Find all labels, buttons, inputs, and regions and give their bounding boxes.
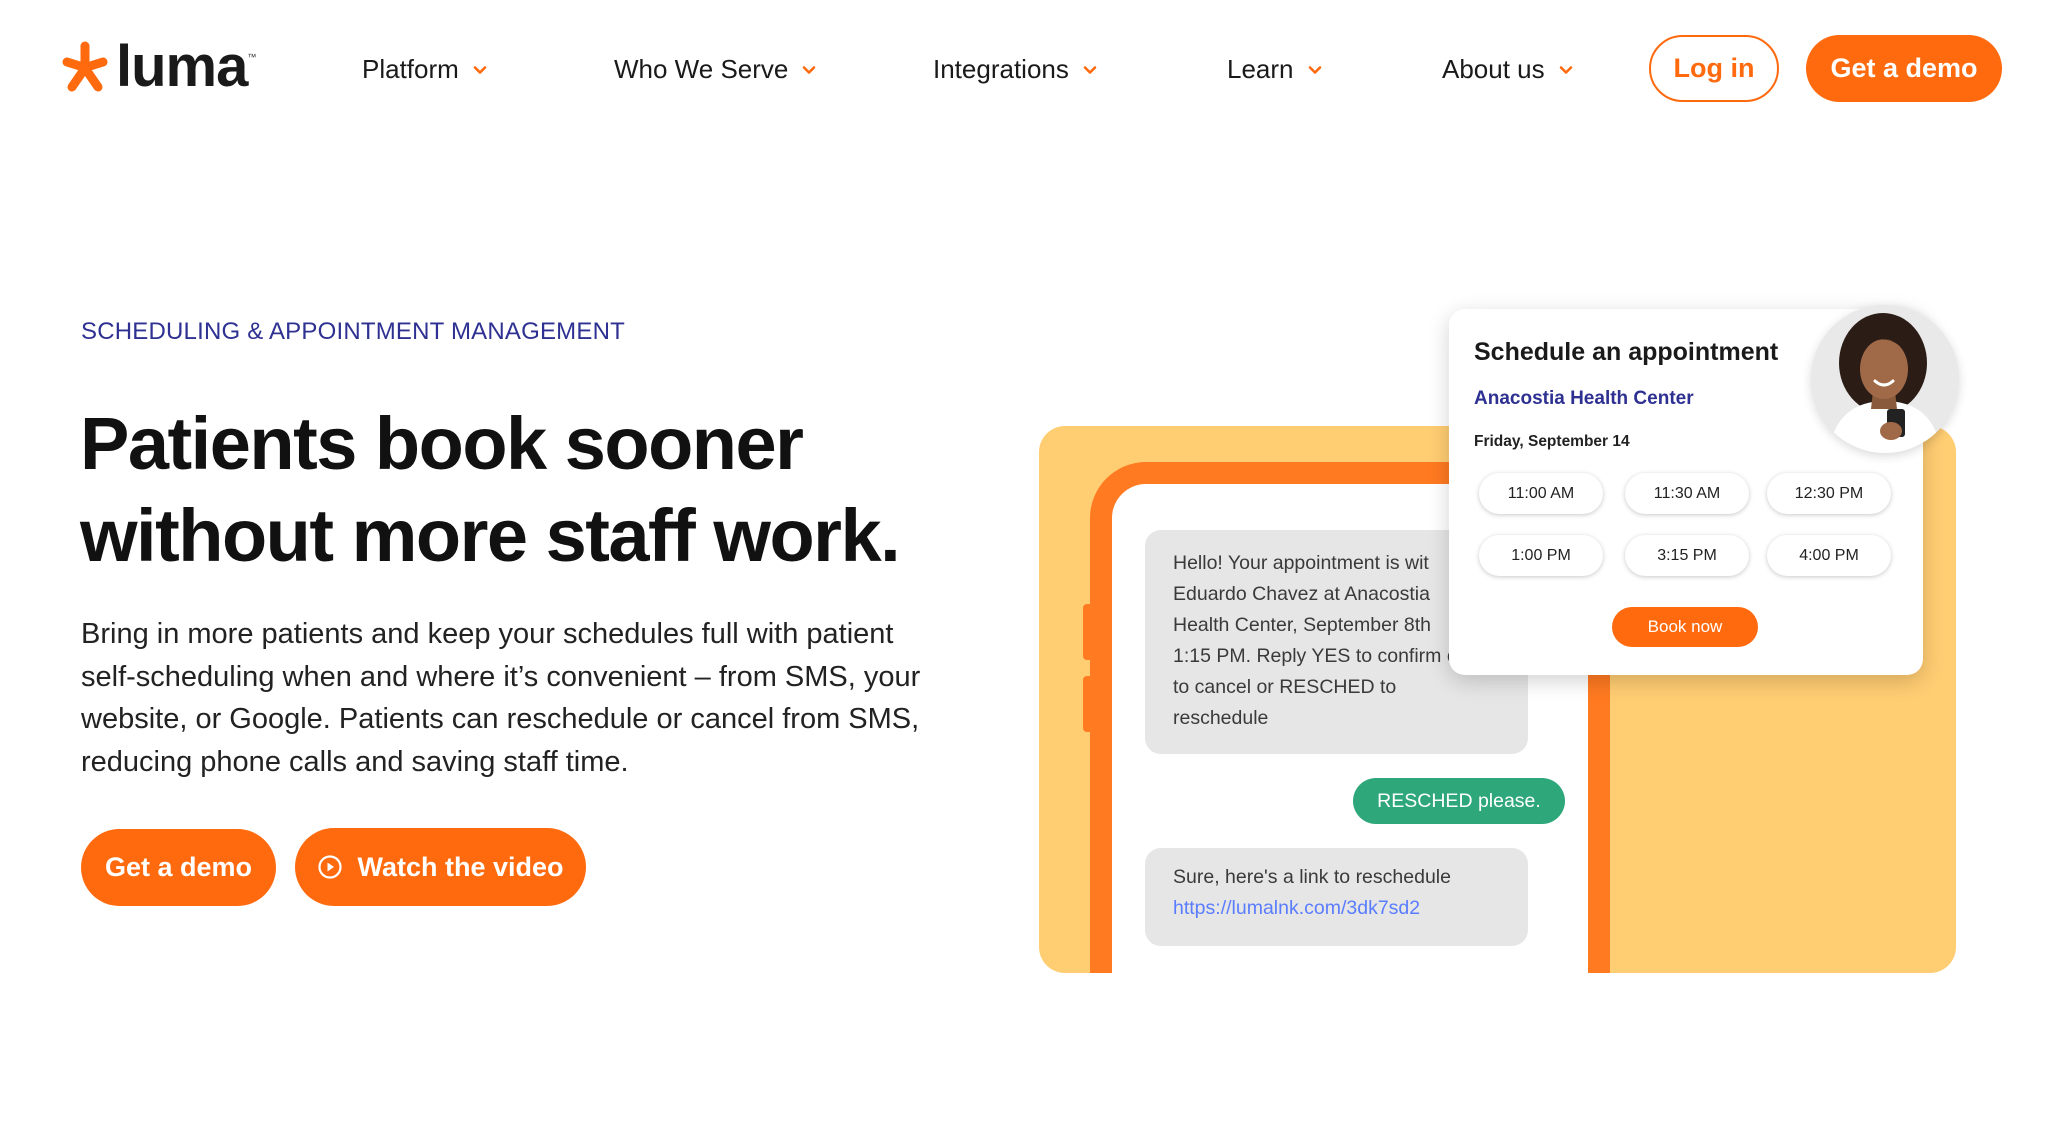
appointment-date: Friday, September 14 <box>1474 433 1630 450</box>
time-slot-button[interactable]: 1:00 PM <box>1479 535 1603 576</box>
sms-line: to cancel or RESCHED to <box>1173 676 1397 698</box>
sms-line: reschedule <box>1173 707 1269 729</box>
chevron-down-icon <box>1308 65 1321 74</box>
time-slot-button[interactable]: 11:00 AM <box>1479 473 1603 514</box>
headline-line-1: Patients book sooner <box>80 402 804 485</box>
nav-label: Learn <box>1227 54 1294 84</box>
person-with-phone-icon <box>1811 305 1959 453</box>
reschedule-link[interactable]: https://lumalnk.com/3dk7sd2 <box>1173 893 1500 924</box>
health-center-name: Anacostia Health Center <box>1474 388 1694 409</box>
headline-line-2: without more staff work. <box>80 494 901 577</box>
card-title: Schedule an appointment <box>1474 338 1779 366</box>
time-slot-button[interactable]: 11:30 AM <box>1625 473 1749 514</box>
nav-label: About us <box>1442 54 1545 84</box>
illustration-bottom-mask <box>1039 973 1956 1148</box>
nav-label: Who We Serve <box>614 54 789 84</box>
trademark-symbol: ™ <box>247 52 257 62</box>
chevron-down-icon <box>1559 65 1572 74</box>
asterisk-logo-icon <box>62 41 108 92</box>
chevron-down-icon <box>473 65 487 74</box>
phone-volume-button <box>1083 676 1093 732</box>
sms-reply-resched: RESCHED please. <box>1353 778 1565 824</box>
nav-learn[interactable]: Learn <box>1227 54 1322 85</box>
chevron-down-icon <box>1083 65 1097 74</box>
logo-wordmark: luma <box>116 34 248 99</box>
time-slot-button[interactable]: 12:30 PM <box>1767 473 1891 514</box>
time-slot-button[interactable]: 3:15 PM <box>1625 535 1749 576</box>
patient-avatar <box>1811 305 1959 453</box>
login-button[interactable]: Log in <box>1649 35 1779 102</box>
nav-label: Platform <box>362 54 459 84</box>
get-demo-button[interactable]: Get a demo <box>81 829 276 906</box>
nav-integrations[interactable]: Integrations <box>933 54 1097 85</box>
nav-platform[interactable]: Platform <box>362 54 487 85</box>
sms-message-reschedule-link: Sure, here's a link to reschedule https:… <box>1145 848 1528 946</box>
sms-line: Sure, here's a link to reschedule <box>1173 866 1451 888</box>
hero-description: Bring in more patients and keep your sch… <box>81 618 921 778</box>
book-now-button[interactable]: Book now <box>1612 607 1758 647</box>
section-eyebrow: SCHEDULING & APPOINTMENT MANAGEMENT <box>81 318 625 345</box>
get-demo-header-button[interactable]: Get a demo <box>1806 35 2002 102</box>
chevron-down-icon <box>803 65 816 74</box>
phone-volume-button <box>1083 604 1093 660</box>
play-circle-icon <box>318 855 343 879</box>
nav-who-we-serve[interactable]: Who We Serve <box>614 54 816 85</box>
hero-headline: Patients book sooner without more staff … <box>80 398 980 582</box>
watch-video-button[interactable]: Watch the video <box>295 828 586 906</box>
site-header: luma ™ Platform Who We Serve Integration… <box>0 0 2048 140</box>
nav-about-us[interactable]: About us <box>1442 54 1573 85</box>
watch-video-label: Watch the video <box>357 851 564 882</box>
luma-logo[interactable]: luma ™ <box>58 38 256 96</box>
time-slot-button[interactable]: 4:00 PM <box>1767 535 1891 576</box>
nav-label: Integrations <box>933 54 1069 84</box>
